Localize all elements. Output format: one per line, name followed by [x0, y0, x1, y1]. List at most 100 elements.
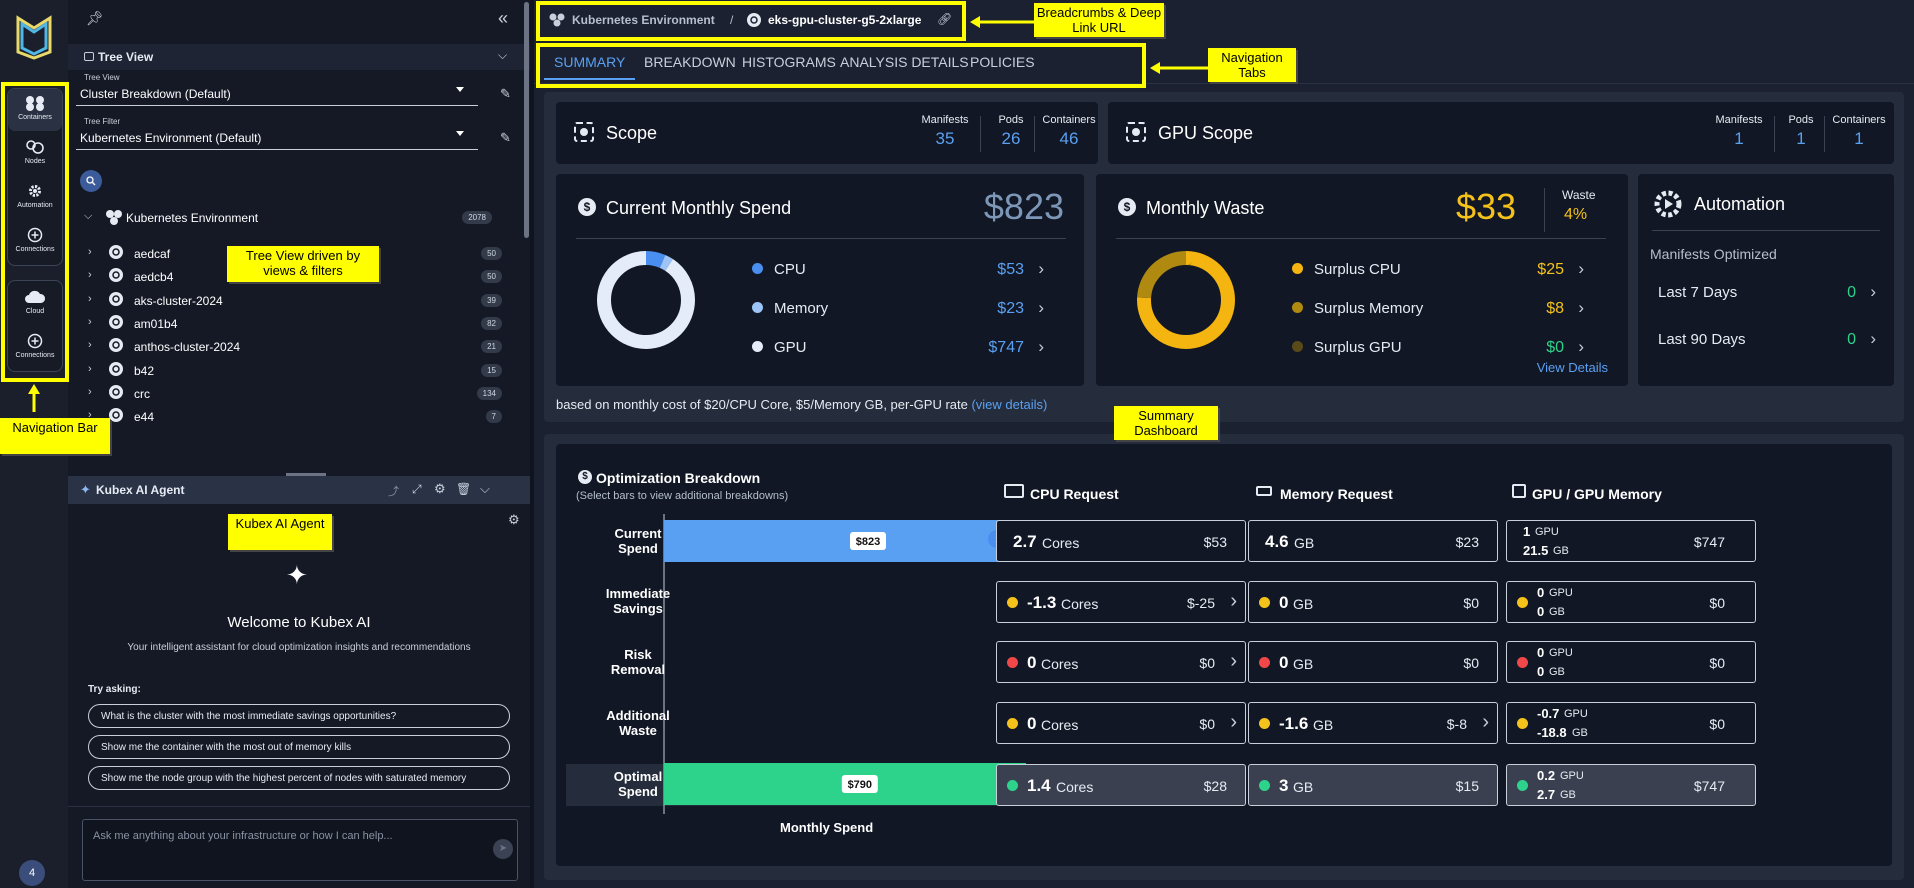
donut-slice[interactable] [597, 251, 695, 349]
chevron-right-icon: › [88, 385, 92, 398]
tree-scrollbar[interactable] [524, 2, 529, 238]
kubex-logo[interactable] [14, 14, 54, 60]
cpu-cost: $53 [1203, 534, 1227, 550]
cpu-cell[interactable]: 2.7 Cores $53 [996, 520, 1246, 562]
tree-view-select[interactable]: Tree View Cluster Breakdown (Default) [76, 73, 478, 106]
mem-cost: $23 [1455, 534, 1479, 550]
automation-row[interactable]: Last 7 Days 0 › [1658, 282, 1880, 304]
gpu-cell[interactable]: 0.2 GPU 2.7 GB $747 [1506, 764, 1756, 806]
tree-item-label: e44 [134, 410, 155, 425]
chart-category-label: Savings [613, 601, 663, 616]
bug-icon[interactable]: ⚙ [508, 512, 520, 528]
cpu-cell[interactable]: 0 Cores $0 › [996, 702, 1246, 744]
agent-title: Kubex AI Agent [96, 483, 185, 497]
cpu-cell[interactable]: 1.4 Cores $28 [996, 764, 1246, 806]
tree-view-title: Tree View [98, 50, 154, 64]
gpu-count-unit: GPU [1560, 770, 1584, 782]
edit-view-icon[interactable]: ✎ [500, 86, 511, 102]
waste-donut-chart[interactable] [1136, 250, 1236, 350]
mem-unit: GB [1293, 596, 1314, 612]
tree-item[interactable]: › e44 7 [86, 405, 526, 429]
agent-chat-input[interactable]: Ask me anything about your infrastructur… [82, 819, 518, 881]
chevron-right-icon: › [1230, 650, 1237, 672]
dropdown-arrow-icon [456, 131, 464, 136]
cpu-cost: $0 [1199, 655, 1215, 671]
cpu-value: -1.3 [1027, 593, 1057, 612]
check-icon [1259, 780, 1270, 791]
legend-row[interactable]: Surplus Memory $8 › [1292, 298, 1592, 319]
legend-row[interactable]: Surplus GPU $0 › [1292, 337, 1592, 358]
mem-cell[interactable]: 3 GB $15 [1248, 764, 1498, 806]
gpu-cell[interactable]: 0 GPU 0 GB $0 [1506, 581, 1756, 623]
mem-cost: $0 [1463, 595, 1479, 611]
gpu-scope-title: GPU Scope [1158, 123, 1254, 143]
expand-icon[interactable]: ⤢ [412, 482, 422, 497]
panel-divider[interactable] [530, 0, 534, 888]
search-icon [86, 176, 96, 186]
cpu-cell[interactable]: 0 Cores $0 › [996, 641, 1246, 683]
view-details-link[interactable]: (view details) [971, 397, 1047, 412]
tree-item[interactable]: › b42 15 [86, 359, 526, 383]
settings-icon[interactable]: ⚙ [434, 481, 446, 497]
suggestion-chip[interactable]: What is the cluster with the most immedi… [88, 704, 510, 728]
tree-item[interactable]: › anthos-cluster-2024 21 [86, 335, 526, 359]
tree-root-item[interactable]: ⌵ Kubernetes Environment 2078 [82, 206, 522, 230]
tree-view-header[interactable]: Tree View ⌵ [68, 44, 530, 70]
suggestion-chip[interactable]: Show me the node group with the highest … [88, 766, 510, 790]
view-details-link[interactable]: View Details [1537, 360, 1608, 375]
tree-filter-select[interactable]: Tree Filter Kubernetes Environment (Defa… [76, 117, 478, 150]
check-icon [1007, 780, 1018, 791]
mem-cell[interactable]: 0 GB $0 [1248, 581, 1498, 623]
notification-badge[interactable]: 4 [19, 860, 45, 886]
legend-row[interactable]: Memory $23 › [752, 298, 1052, 319]
share-icon[interactable]: ⤴ [388, 483, 399, 499]
legend-row[interactable]: Surplus CPU $25 › [1292, 259, 1592, 280]
chevron-down-icon[interactable]: ⌵ [480, 481, 490, 497]
chevron-right-icon: › [1230, 711, 1237, 733]
tree-search-button[interactable] [80, 170, 102, 192]
annotation-nav: Navigation Bar [0, 418, 110, 454]
agent-welcome: Welcome to Kubex AI [227, 614, 371, 631]
gpu-memory-unit: GB [1560, 789, 1576, 801]
collapse-panel-icon[interactable]: « [498, 8, 508, 29]
tree-count-badge: 50 [481, 247, 502, 260]
divider [68, 806, 530, 807]
arrow-down-icon [1007, 597, 1018, 608]
memory-icon [1256, 486, 1272, 496]
suggestion-chip[interactable]: Show me the container with the most out … [88, 735, 510, 759]
trash-icon[interactable]: 🗑︎ [456, 482, 471, 496]
legend-row[interactable]: CPU $53 › [752, 259, 1052, 280]
chevron-right-icon: › [1038, 337, 1044, 356]
waste-title: Monthly Waste [1146, 198, 1265, 218]
tree-item[interactable]: › aks-cluster-2024 39 [86, 289, 526, 313]
tree-item[interactable]: › crc 134 [86, 382, 526, 406]
chevron-right-icon: › [88, 292, 92, 305]
kubernetes-icon [108, 337, 124, 353]
cpu-value: 2.7 [1013, 532, 1037, 551]
tree-item[interactable]: › am01b4 82 [86, 312, 526, 336]
agent-header: ✦ Kubex AI Agent ⤴ ⤢ ⚙ 🗑︎ ⌵ [68, 476, 530, 504]
chevron-right-icon: › [88, 269, 92, 282]
gpu-cell[interactable]: -0.7 GPU -18.8 GB $0 [1506, 702, 1756, 744]
scope-stat-value: 1 [1854, 129, 1864, 148]
tree-view-select-value: Cluster Breakdown (Default) [80, 87, 231, 101]
gpu-cell[interactable]: 1 GPU 21.5 GB $747 [1506, 520, 1756, 562]
mem-cell[interactable]: 4.6 GB $23 [1248, 520, 1498, 562]
mem-cell[interactable]: 0 GB $0 [1248, 641, 1498, 683]
gpu-icon [1512, 484, 1526, 498]
legend-label: Memory [774, 300, 829, 317]
optimization-waterfall-chart[interactable]: CurrentSpend$823ImmediateSavings← $-25Ri… [556, 514, 1026, 824]
automation-row[interactable]: Last 90 Days 0 › [1658, 329, 1880, 351]
chart-category-label: Waste [619, 723, 657, 738]
send-icon[interactable]: ➤ [493, 839, 513, 859]
edit-filter-icon[interactable]: ✎ [500, 130, 511, 146]
cpu-cell[interactable]: -1.3 Cores $-25 › [996, 581, 1246, 623]
arrow-up-icon [1517, 657, 1528, 668]
pin-icon[interactable]: 📌︎ [86, 10, 104, 27]
mem-cell[interactable]: -1.6 GB $-8 › [1248, 702, 1498, 744]
mem-cost: $0 [1463, 655, 1479, 671]
chart-bar[interactable] [664, 520, 1026, 562]
spend-donut-chart[interactable] [596, 250, 696, 350]
legend-row[interactable]: GPU $747 › [752, 337, 1052, 358]
gpu-cell[interactable]: 0 GPU 0 GB $0 [1506, 641, 1756, 683]
